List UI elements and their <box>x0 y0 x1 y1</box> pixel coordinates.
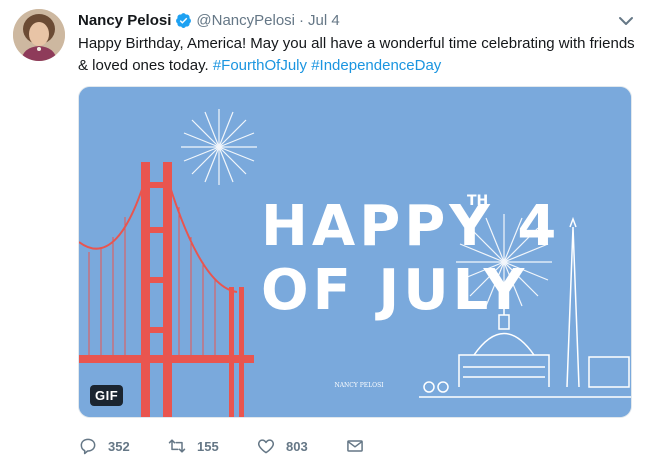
tweet: Nancy Pelosi @NancyPelosi · Jul 4 Happy … <box>0 0 645 461</box>
timestamp[interactable]: Jul 4 <box>308 12 340 29</box>
headline-superscript: TH <box>467 193 488 209</box>
reply-count: 352 <box>108 438 130 454</box>
verified-badge-icon <box>175 12 192 29</box>
retweet-count: 155 <box>197 438 219 454</box>
separator-dot: · <box>299 11 304 29</box>
hashtag-independenceday[interactable]: #IndependenceDay <box>311 57 441 74</box>
firework-left <box>181 109 257 185</box>
tweet-actions: 352 155 803 <box>78 434 365 458</box>
gif-badge: GIF <box>90 385 124 406</box>
reply-icon <box>80 438 96 455</box>
like-count: 803 <box>286 438 308 454</box>
gif-headline: HAPPY 4 TH OF JULY <box>261 193 560 323</box>
tweet-header: Nancy Pelosi @NancyPelosi · Jul 4 <box>78 10 340 30</box>
user-handle[interactable]: @NancyPelosi <box>196 12 295 29</box>
retweet-icon <box>168 439 186 453</box>
gif-media[interactable]: HAPPY 4 TH OF JULY NANCY PELOSI GIF <box>78 86 632 418</box>
heart-icon <box>257 439 275 454</box>
retweet-button[interactable]: 155 <box>167 436 256 456</box>
avatar[interactable] <box>13 9 65 61</box>
reply-button[interactable]: 352 <box>78 436 167 456</box>
direct-message-button[interactable] <box>345 436 365 456</box>
headline-line1: HAPPY 4 <box>261 194 560 259</box>
like-button[interactable]: 803 <box>256 436 345 456</box>
chevron-down-icon[interactable] <box>617 12 635 30</box>
display-name[interactable]: Nancy Pelosi <box>78 12 171 29</box>
headline-line2: OF JULY <box>261 258 528 323</box>
watermark-text: NANCY PELOSI <box>334 382 384 389</box>
tweet-text: Happy Birthday, America! May you all hav… <box>78 33 638 77</box>
hashtag-fourthofjuly[interactable]: #FourthOfJuly <box>213 57 307 74</box>
envelope-icon <box>347 440 363 452</box>
gif-artwork: HAPPY 4 TH OF JULY NANCY PELOSI <box>79 87 631 417</box>
